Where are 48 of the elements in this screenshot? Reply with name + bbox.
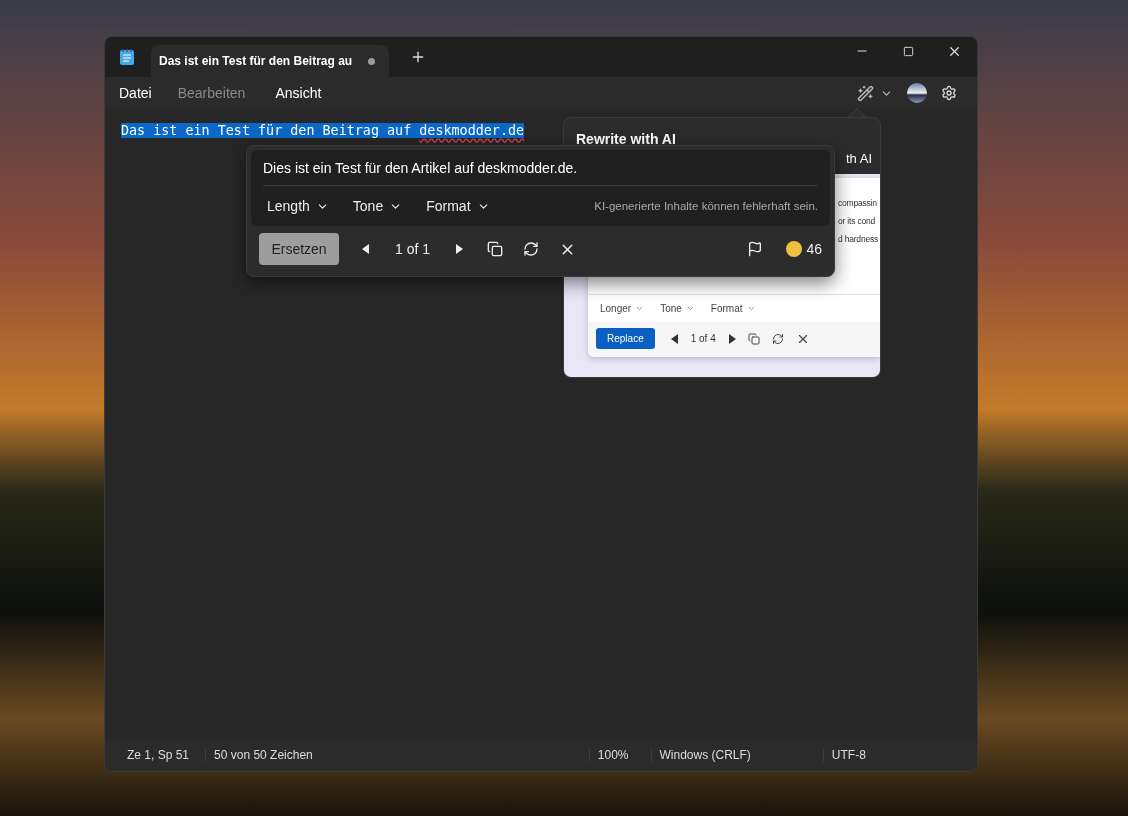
menu-item[interactable]: Datei bbox=[111, 81, 160, 105]
chevron-icon bbox=[685, 304, 695, 313]
ai-rewrite-icon[interactable] bbox=[857, 84, 893, 102]
status-item: UTF-8 bbox=[822, 748, 878, 762]
notepad-icon bbox=[119, 48, 135, 66]
preview-option: Format bbox=[710, 303, 743, 314]
preview-counter: 1 of 4 bbox=[690, 333, 716, 344]
next-icon bbox=[727, 333, 736, 344]
tip-text: th AI bbox=[845, 151, 872, 166]
plus-icon bbox=[410, 49, 426, 65]
status-item: Windows (CRLF) bbox=[650, 748, 763, 762]
tab-title: Das ist ein Test für den Beitrag au bbox=[159, 54, 353, 68]
rewrite-result: Dies ist ein Test für den Artikel auf deskmodder.de. bbox=[263, 150, 818, 186]
credits-icon bbox=[786, 241, 803, 257]
preview-text: compassin bbox=[838, 198, 878, 208]
status-item: 100% bbox=[588, 748, 641, 762]
tip-title: Rewrite with AI bbox=[575, 130, 677, 147]
settings-icon[interactable] bbox=[941, 85, 957, 101]
avatar-icon[interactable] bbox=[907, 83, 927, 103]
next-icon bbox=[455, 244, 464, 254]
status-item: 50 von 50 Zeichen bbox=[205, 748, 325, 762]
preview-replace-button[interactable]: Replace bbox=[596, 328, 655, 349]
refresh-icon bbox=[523, 241, 540, 257]
chevron-icon bbox=[635, 304, 645, 313]
document-tab[interactable]: Das ist ein Test für den Beitrag au bbox=[151, 45, 389, 77]
disclaimer-text: KI-generierte Inhalte können fehlerhaft sein. bbox=[594, 200, 818, 212]
unsaved-dot bbox=[368, 57, 375, 65]
previous-icon bbox=[362, 244, 370, 254]
flag-icon bbox=[747, 241, 764, 257]
preview-option: Longer bbox=[600, 303, 632, 314]
apply-rewrite-button[interactable]: Ersetzen bbox=[259, 233, 339, 265]
preview-text: d hardness bbox=[838, 234, 880, 244]
maximize-icon bbox=[902, 45, 914, 57]
option-dropdown[interactable]: Tone bbox=[348, 198, 407, 214]
copy-icon bbox=[487, 241, 504, 257]
refresh-icon bbox=[771, 332, 784, 345]
preview-text: or its cond bbox=[838, 216, 876, 226]
previous-icon bbox=[670, 333, 679, 344]
option-dropdown[interactable]: Format bbox=[422, 198, 494, 214]
chevron-icon bbox=[746, 304, 756, 313]
result-counter: 1 of 1 bbox=[395, 241, 431, 257]
option-dropdown[interactable]: Length bbox=[263, 198, 333, 214]
selected-text: Das ist ein Test für den Beitrag auf deskmodder.de bbox=[121, 123, 525, 138]
menu-item[interactable]: Ansicht bbox=[267, 81, 330, 105]
preview-option: Tone bbox=[660, 303, 682, 314]
status-item: Ze 1, Sp 51 bbox=[126, 748, 191, 762]
copy-icon bbox=[747, 332, 760, 345]
credits-count: 46 bbox=[806, 241, 822, 257]
